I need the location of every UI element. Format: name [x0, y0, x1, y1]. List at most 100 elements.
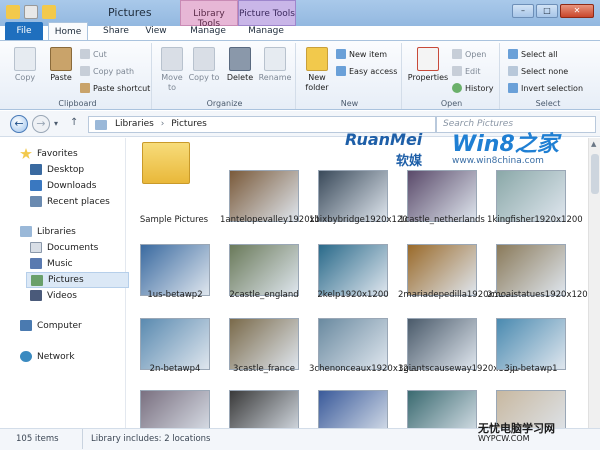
- tab-manage-library[interactable]: Manage: [184, 22, 232, 40]
- tab-share[interactable]: Share: [96, 22, 136, 40]
- select-none-label: Select none: [521, 66, 569, 76]
- recent-dropdown-icon[interactable]: ▾: [54, 119, 58, 128]
- maximize-button[interactable]: □: [536, 4, 558, 18]
- tab-manage-picture[interactable]: Manage: [242, 22, 290, 40]
- new-folder-label: New folder: [305, 73, 329, 92]
- cut-button[interactable]: Cut: [80, 49, 107, 59]
- thumbnail-9: [496, 244, 566, 296]
- edit-icon: [452, 66, 462, 76]
- tab-view[interactable]: View: [138, 22, 174, 40]
- breadcrumb-libraries[interactable]: Libraries: [115, 119, 154, 129]
- paste-shortcut-button[interactable]: Paste shortcut: [80, 83, 150, 93]
- nav-recent-places[interactable]: Recent places: [30, 196, 110, 207]
- quick-access-toolbar: [6, 5, 56, 19]
- select-all-label: Select all: [521, 49, 558, 59]
- properties-icon[interactable]: [24, 5, 38, 19]
- vertical-scrollbar[interactable]: ▲: [588, 138, 600, 428]
- item-count: 105 items: [16, 434, 59, 444]
- nav-desktop[interactable]: Desktop: [30, 164, 84, 175]
- open-group-label: Open: [440, 99, 463, 108]
- file-name: 3giantscauseway1920x1200: [398, 364, 520, 374]
- folder-icon: [142, 142, 190, 184]
- new-item-button[interactable]: New item: [336, 49, 387, 59]
- move-to-button[interactable]: Move to: [156, 47, 188, 93]
- watermark-win8: Win8之家: [452, 132, 559, 157]
- scissors-icon: [80, 49, 90, 59]
- easy-access-icon: [336, 66, 346, 76]
- tab-file[interactable]: File: [5, 22, 43, 40]
- nav-computer-label: Computer: [37, 320, 82, 331]
- invert-selection-button[interactable]: Invert selection: [508, 83, 583, 93]
- invert-selection-label: Invert selection: [521, 83, 584, 93]
- copy-to-icon: [193, 47, 215, 71]
- copy-path-icon: [80, 66, 90, 76]
- folder-icon[interactable]: [6, 5, 20, 19]
- file-name: 1kingfisher1920x1200: [487, 215, 583, 225]
- paste-button[interactable]: Paste: [44, 47, 78, 83]
- rename-icon: [264, 47, 286, 71]
- nav-network[interactable]: Network: [20, 351, 75, 362]
- history-button[interactable]: History: [452, 83, 493, 93]
- history-label: History: [465, 83, 494, 93]
- nav-pictures[interactable]: Pictures: [26, 272, 129, 288]
- select-all-button[interactable]: Select all: [508, 49, 558, 59]
- desktop-icon: [30, 164, 42, 175]
- copy-to-button[interactable]: Copy to: [188, 47, 220, 83]
- breadcrumb-pictures[interactable]: Pictures: [171, 119, 207, 129]
- new-folder-button[interactable]: New folder: [300, 47, 334, 93]
- new-item-icon: [336, 49, 346, 59]
- nav-desktop-label: Desktop: [47, 164, 85, 175]
- group-open: Properties Open Edit History Open: [404, 43, 500, 109]
- thumbnail-8: [407, 244, 477, 296]
- group-clipboard: Copy Paste Cut Copy path Paste shortcut …: [4, 43, 152, 109]
- nav-computer[interactable]: Computer: [20, 320, 82, 331]
- copy-icon: [14, 47, 36, 71]
- breadcrumb-separator-icon: ›: [160, 119, 165, 129]
- history-icon: [452, 83, 462, 93]
- window-title: Pictures: [108, 6, 152, 19]
- tab-home[interactable]: Home: [48, 22, 88, 40]
- scrollbar-thumb[interactable]: [591, 154, 599, 194]
- scroll-up-icon[interactable]: ▲: [591, 140, 596, 148]
- file-name: 1bixbybridge1920x1200: [309, 215, 414, 225]
- copy-label: Copy: [14, 73, 36, 82]
- open-button[interactable]: Open: [452, 49, 486, 59]
- nav-favorites-label: Favorites: [37, 148, 78, 159]
- up-arrow-icon[interactable]: ↑: [70, 117, 78, 128]
- rename-button[interactable]: Rename: [258, 47, 292, 83]
- copy-button[interactable]: Copy: [8, 47, 42, 83]
- nav-favorites[interactable]: Favorites: [20, 148, 78, 159]
- invert-selection-icon: [508, 83, 518, 93]
- nav-music[interactable]: Music: [30, 258, 73, 269]
- navigation-pane: Favorites Desktop Downloads Recent place…: [0, 138, 129, 428]
- edit-button[interactable]: Edit: [452, 66, 481, 76]
- watermark-site: www.win8china.com: [452, 156, 544, 166]
- documents-icon: [30, 242, 42, 253]
- nav-downloads[interactable]: Downloads: [30, 180, 96, 191]
- delete-button[interactable]: Delete: [224, 47, 256, 83]
- new-folder-icon[interactable]: [42, 5, 56, 19]
- computer-icon: [20, 320, 32, 331]
- forward-button[interactable]: →: [32, 115, 50, 133]
- pictures-icon: [31, 274, 43, 286]
- new-item-label: New item: [349, 49, 388, 59]
- file-name: 3chenonceaux1920x1200: [309, 364, 420, 374]
- videos-icon: [30, 290, 42, 301]
- select-none-button[interactable]: Select none: [508, 66, 568, 76]
- move-to-label: Move to: [161, 73, 183, 92]
- nav-documents[interactable]: Documents: [30, 242, 98, 253]
- easy-access-button[interactable]: Easy access: [336, 66, 397, 76]
- nav-videos[interactable]: Videos: [30, 290, 77, 301]
- thumbnail-12: [318, 318, 388, 370]
- copy-to-label: Copy to: [188, 73, 220, 82]
- back-button[interactable]: ←: [10, 115, 28, 133]
- file-list: Sample Pictures 1antelopevalley1920x1200…: [128, 138, 590, 428]
- nav-videos-label: Videos: [47, 290, 77, 301]
- minimize-button[interactable]: –: [512, 4, 534, 18]
- properties-button[interactable]: Properties: [406, 47, 450, 83]
- file-name: 1us-betawp2: [147, 290, 203, 300]
- close-button[interactable]: ✕: [560, 4, 594, 18]
- delete-icon: [229, 47, 251, 71]
- copy-path-button[interactable]: Copy path: [80, 66, 134, 76]
- nav-libraries[interactable]: Libraries: [20, 226, 76, 237]
